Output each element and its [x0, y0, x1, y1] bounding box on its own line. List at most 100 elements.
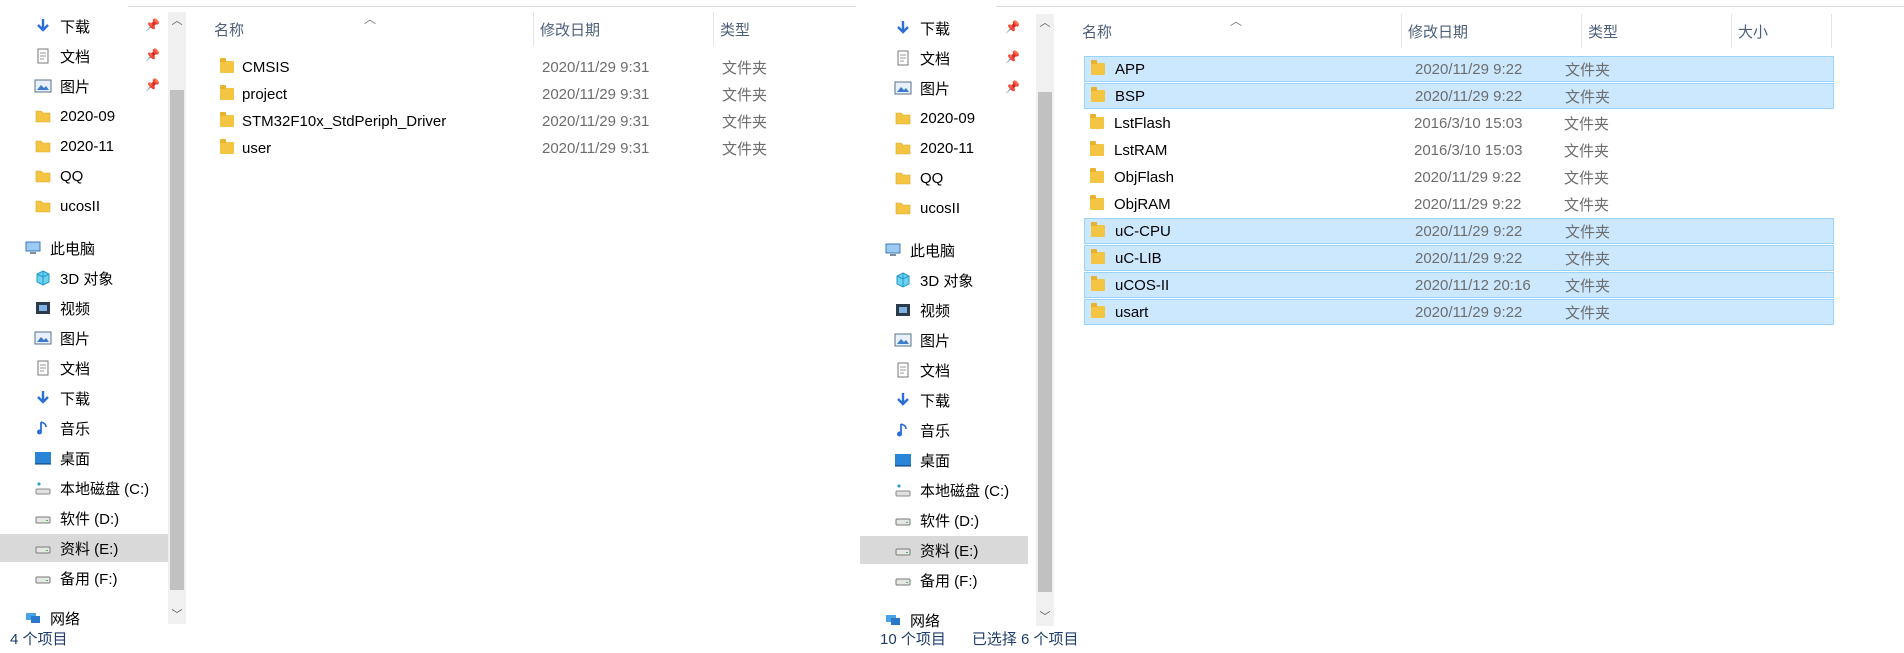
column-header-row: 名称 ︿ 修改日期 类型 [208, 12, 856, 46]
scroll-down-icon[interactable]: ﹀ [168, 606, 186, 624]
nav-scrollbar[interactable]: ︿ ﹀ [1036, 14, 1054, 626]
download-arrow-icon [32, 387, 54, 409]
file-row[interactable]: STM32F10x_StdPeriph_Driver 2020/11/29 9:3… [214, 108, 767, 134]
drive-icon [32, 507, 54, 529]
nav-item[interactable]: 软件 (D:) [860, 506, 1028, 534]
nav-item[interactable]: 视频 [860, 296, 1028, 324]
column-header-date[interactable]: 修改日期 [534, 12, 714, 46]
file-row[interactable]: BSP 2020/11/29 9:22 文件夹 [1084, 83, 1834, 109]
file-row[interactable]: LstRAM 2016/3/10 15:03 文件夹 [1084, 137, 1834, 163]
scroll-up-icon[interactable]: ︿ [1036, 14, 1054, 32]
nav-item[interactable]: 文档 [0, 354, 168, 382]
nav-item[interactable]: 2020-09 [0, 102, 168, 130]
file-type: 文件夹 [1565, 61, 1611, 79]
scroll-up-icon[interactable]: ︿ [168, 12, 186, 30]
explorer-window-right: 下载 📌 文档 📌 图片 📌 2020-09 2020-11 QQ ucosII 此电脑 3D 对象视… [860, 0, 1904, 653]
nav-item[interactable]: 文档 📌 [0, 42, 168, 70]
file-date: 2020/11/12 20:16 [1415, 276, 1531, 294]
nav-item[interactable]: 此电脑 [860, 236, 1028, 264]
nav-item[interactable]: 本地磁盘 (C:) [0, 474, 168, 502]
nav-item[interactable]: 图片 [0, 324, 168, 352]
nav-item[interactable]: 桌面 [860, 446, 1028, 474]
column-type-label: 类型 [1588, 23, 1619, 41]
file-row[interactable]: ObjRAM 2020/11/29 9:22 文件夹 [1084, 191, 1834, 217]
nav-item-label: 此电脑 [50, 240, 96, 258]
document-icon [32, 357, 54, 379]
nav-item[interactable]: 资料 (E:) [860, 536, 1028, 564]
scroll-thumb[interactable] [170, 90, 184, 590]
file-row[interactable]: project 2020/11/29 9:31 文件夹 [214, 81, 767, 107]
file-row[interactable]: APP 2020/11/29 9:22 文件夹 [1084, 56, 1834, 82]
pin-icon: 📌 [1005, 20, 1020, 34]
file-row[interactable]: user 2020/11/29 9:31 文件夹 [214, 135, 767, 161]
nav-item[interactable]: 3D 对象 [0, 264, 168, 292]
nav-item[interactable]: ucosII [860, 194, 1028, 222]
nav-item[interactable]: 下载 📌 [860, 14, 1028, 42]
nav-item[interactable]: 资料 (E:) [0, 534, 168, 562]
nav-item[interactable]: 图片 📌 [0, 72, 168, 100]
nav-item[interactable]: 此电脑 [0, 234, 168, 262]
file-name: BSP [1115, 87, 1146, 105]
file-row[interactable]: uC-CPU 2020/11/29 9:22 文件夹 [1084, 218, 1834, 244]
nav-item[interactable]: QQ [0, 162, 168, 190]
nav-item[interactable]: 2020-09 [860, 104, 1028, 132]
nav-item[interactable]: 2020-11 [860, 134, 1028, 162]
file-date: 2020/11/29 9:31 [542, 85, 650, 103]
column-header-size[interactable]: 大小 [1732, 14, 1832, 48]
folder-icon [1090, 110, 1104, 136]
file-name: APP [1115, 60, 1146, 78]
column-header-date[interactable]: 修改日期 [1402, 14, 1582, 48]
nav-item[interactable]: 视频 [0, 294, 168, 322]
file-type: 文件夹 [722, 86, 768, 104]
file-date: 2016/3/10 15:03 [1414, 114, 1523, 132]
nav-item[interactable]: 3D 对象 [860, 266, 1028, 294]
column-header-type[interactable]: 类型 [1582, 14, 1732, 48]
nav-item[interactable]: 备用 (F:) [0, 564, 168, 592]
nav-item[interactable]: 下载 📌 [0, 12, 168, 40]
column-header-name[interactable]: 名称 ︿ [1076, 14, 1402, 48]
scroll-thumb[interactable] [1038, 92, 1052, 592]
file-row[interactable]: CMSIS 2020/11/29 9:31 文件夹 [214, 54, 767, 80]
system-drive-icon [892, 479, 914, 501]
file-type: 文件夹 [1564, 115, 1610, 133]
file-name: LstRAM [1114, 141, 1168, 159]
nav-item[interactable]: 本地磁盘 (C:) [860, 476, 1028, 504]
nav-item[interactable]: 文档 📌 [860, 44, 1028, 72]
folder-icon [1091, 219, 1105, 243]
nav-item[interactable]: 文档 [860, 356, 1028, 384]
nav-scrollbar[interactable]: ︿ ﹀ [168, 12, 186, 624]
file-row[interactable]: ObjFlash 2020/11/29 9:22 文件夹 [1084, 164, 1834, 190]
nav-item[interactable]: 音乐 [0, 414, 168, 442]
column-header-name[interactable]: 名称 ︿ [208, 12, 534, 46]
nav-item-label: 文档 [60, 48, 91, 66]
file-date: 2020/11/29 9:31 [542, 112, 650, 130]
nav-item[interactable]: 图片 [860, 326, 1028, 354]
file-row[interactable]: LstFlash 2016/3/10 15:03 文件夹 [1084, 110, 1834, 136]
nav-item[interactable]: 软件 (D:) [0, 504, 168, 532]
column-header-type[interactable]: 类型 [714, 12, 856, 46]
video-icon [32, 297, 54, 319]
drive-icon [32, 537, 54, 559]
folder-icon [1091, 84, 1105, 108]
file-name: usart [1115, 303, 1149, 321]
nav-item[interactable]: 图片 📌 [860, 74, 1028, 102]
nav-item[interactable]: 备用 (F:) [860, 566, 1028, 594]
nav-item[interactable]: QQ [860, 164, 1028, 192]
nav-item[interactable]: ucosII [0, 192, 168, 220]
column-size-label: 大小 [1738, 23, 1769, 41]
file-row[interactable]: usart 2020/11/29 9:22 文件夹 [1084, 299, 1834, 325]
pin-icon: 📌 [145, 48, 160, 62]
folder-icon [1091, 246, 1105, 270]
nav-item-label: 软件 (D:) [920, 512, 980, 530]
file-row[interactable]: uCOS-II 2020/11/12 20:16 文件夹 [1084, 272, 1834, 298]
nav-item-label: QQ [60, 167, 84, 185]
folder-icon [32, 195, 54, 217]
nav-item[interactable]: 桌面 [0, 444, 168, 472]
nav-item[interactable]: 下载 [0, 384, 168, 412]
nav-item[interactable]: 下载 [860, 386, 1028, 414]
nav-item[interactable]: 2020-11 [0, 132, 168, 160]
nav-item-label: 下载 [60, 390, 91, 408]
file-row[interactable]: uC-LIB 2020/11/29 9:22 文件夹 [1084, 245, 1834, 271]
nav-item-label: 2020-11 [60, 137, 114, 155]
nav-item[interactable]: 音乐 [860, 416, 1028, 444]
